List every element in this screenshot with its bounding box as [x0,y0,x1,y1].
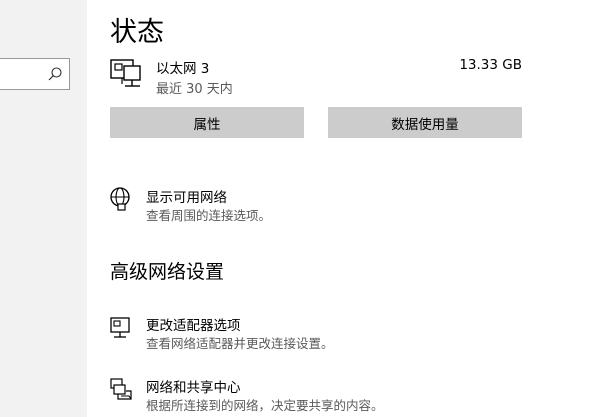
settings-window: 状态 以太网 3 最近 30 天内 13.33 GB 属性 数据使用量 显示可用… [0,0,600,417]
advanced-settings-heading: 高级网络设置 [110,261,225,283]
data-usage-button[interactable]: 数据使用量 [328,107,522,138]
properties-button[interactable]: 属性 [110,107,304,138]
sharing-center-icon [110,378,132,400]
show-networks-title[interactable]: 显示可用网络 [146,186,227,206]
search-input[interactable] [0,58,70,90]
globe-icon [110,187,130,211]
ethernet-icon [110,59,141,87]
main-content: 状态 以太网 3 最近 30 天内 13.33 GB 属性 数据使用量 显示可用… [87,0,600,417]
network-usage: 13.33 GB [459,57,522,73]
sharing-center-description: 根据所连接到的网络，决定要共享的内容。 [146,398,384,413]
show-networks-description: 查看周围的连接选项。 [146,208,272,223]
network-period: 最近 30 天内 [156,82,233,97]
sharing-center-title[interactable]: 网络和共享中心 [146,376,241,396]
change-adapter-options-description: 查看网络适配器并更改连接设置。 [146,336,334,351]
navigation-pane [0,0,87,417]
page-title: 状态 [110,17,164,48]
change-adapter-options-title[interactable]: 更改适配器选项 [146,314,241,334]
network-name: 以太网 3 [156,61,210,77]
adapter-icon [110,317,130,338]
search-icon[interactable] [47,66,63,82]
